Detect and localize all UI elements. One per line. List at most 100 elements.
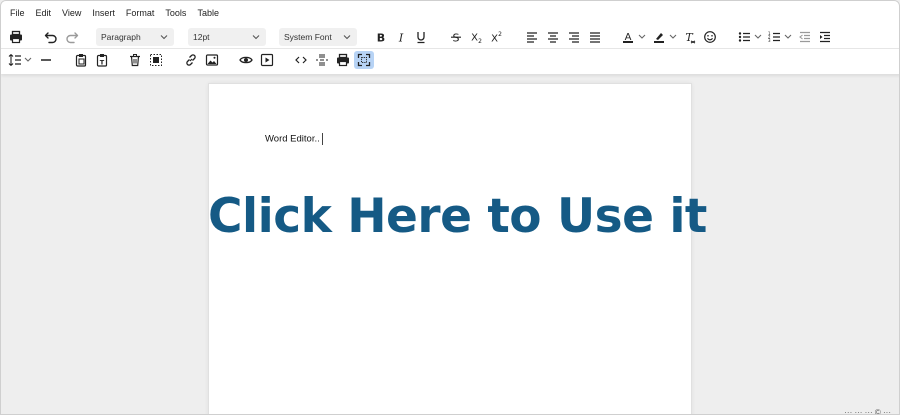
svg-text:X: X xyxy=(491,34,498,45)
align-justify-button[interactable] xyxy=(586,28,604,46)
align-right-button[interactable] xyxy=(565,28,583,46)
line-height-button[interactable] xyxy=(7,51,35,69)
paste-text-icon: T xyxy=(96,54,108,67)
menu-view[interactable]: View xyxy=(57,1,87,25)
decrease-indent-button[interactable] xyxy=(796,28,814,46)
italic-button[interactable]: I xyxy=(392,28,410,46)
menubar: File Edit View Insert Format Tools Table xyxy=(1,1,899,25)
menu-table[interactable]: Table xyxy=(192,1,225,25)
align-left-button[interactable] xyxy=(523,28,541,46)
chevron-down-icon xyxy=(252,35,260,40)
line-height-icon xyxy=(8,54,32,66)
clear-formatting-icon: T xyxy=(685,31,696,44)
superscript-button[interactable]: X2 xyxy=(487,28,505,46)
svg-text:B: B xyxy=(377,32,385,45)
font-size-value: 12pt xyxy=(193,32,210,42)
align-center-icon xyxy=(548,32,558,43)
status-bar-fragment: ··· ··· ··· © ··· xyxy=(844,408,891,415)
align-left-icon xyxy=(527,32,537,43)
redo-icon xyxy=(66,32,79,44)
paste-button[interactable] xyxy=(72,51,90,69)
select-all-icon xyxy=(150,54,162,66)
menu-file[interactable]: File xyxy=(5,1,31,25)
print-icon xyxy=(10,30,22,44)
insert-link-button[interactable] xyxy=(182,51,200,69)
block-format-value: Paragraph xyxy=(101,32,141,42)
numbered-list-button[interactable]: 123 xyxy=(766,28,796,46)
delete-button[interactable] xyxy=(126,51,144,69)
align-center-button[interactable] xyxy=(544,28,562,46)
menu-format[interactable]: Format xyxy=(121,1,161,25)
image-icon xyxy=(205,54,219,66)
superscript-icon: X2 xyxy=(491,31,502,45)
trash-icon xyxy=(130,54,140,67)
horizontal-line-button[interactable] xyxy=(37,51,55,69)
underline-icon xyxy=(417,32,425,44)
paste-icon xyxy=(75,54,87,67)
document-page[interactable]: Word Editor.. xyxy=(208,83,692,414)
bold-button[interactable]: B xyxy=(372,28,390,46)
media-icon xyxy=(260,53,274,67)
chevron-down-icon xyxy=(343,35,351,40)
page-break-icon xyxy=(316,54,328,66)
menu-insert[interactable]: Insert xyxy=(87,1,121,25)
align-justify-icon xyxy=(590,32,600,43)
preview-button[interactable] xyxy=(237,51,255,69)
text-color-icon: A xyxy=(623,32,646,43)
strikethrough-button[interactable]: S xyxy=(447,28,465,46)
strikethrough-icon: S xyxy=(451,32,461,44)
increase-indent-button[interactable] xyxy=(816,28,834,46)
click-here-overlay-link[interactable]: Click Here to Use it xyxy=(208,189,707,244)
insert-media-button[interactable] xyxy=(258,51,276,69)
font-family-select[interactable]: System Font xyxy=(279,28,357,46)
horizontal-rule-icon xyxy=(41,59,51,61)
toolbar-secondary: T xyxy=(1,48,899,72)
insert-image-button[interactable] xyxy=(203,51,221,69)
outdent-icon xyxy=(799,31,810,43)
text-color-button[interactable]: A xyxy=(620,28,650,46)
svg-text:3: 3 xyxy=(768,38,771,43)
bullet-list-icon xyxy=(738,32,762,42)
toolbar-primary: Paragraph 12pt System Font B I S X 2 X 2… xyxy=(1,25,899,49)
editor-header: File Edit View Insert Format Tools Table… xyxy=(1,1,899,74)
print-button[interactable] xyxy=(7,28,25,46)
font-size-select[interactable]: 12pt xyxy=(188,28,266,46)
svg-text:T: T xyxy=(100,59,105,67)
menu-tools[interactable]: Tools xyxy=(160,1,192,25)
svg-text:2: 2 xyxy=(498,31,502,38)
numbered-list-icon: 123 xyxy=(768,31,792,43)
redo-button[interactable] xyxy=(63,28,81,46)
svg-text:2: 2 xyxy=(478,38,482,44)
code-icon xyxy=(295,56,307,64)
underline-button[interactable] xyxy=(412,28,430,46)
page-break-button[interactable] xyxy=(313,51,331,69)
bullet-list-button[interactable] xyxy=(736,28,766,46)
emoticons-button[interactable] xyxy=(701,28,719,46)
svg-text:X: X xyxy=(471,33,478,44)
indent-icon xyxy=(820,31,830,43)
menu-edit[interactable]: Edit xyxy=(31,1,58,25)
block-format-select[interactable]: Paragraph xyxy=(96,28,174,46)
paste-as-text-button[interactable]: T xyxy=(93,51,111,69)
clear-formatting-button[interactable]: T xyxy=(681,28,699,46)
subscript-button[interactable]: X2 xyxy=(467,28,485,46)
highlight-color-button[interactable] xyxy=(651,28,681,46)
chevron-down-icon xyxy=(160,35,168,40)
source-code-button[interactable] xyxy=(292,51,310,69)
highlight-icon xyxy=(654,33,677,43)
print-preview-button[interactable] xyxy=(334,51,352,69)
font-family-value: System Font xyxy=(284,32,332,42)
document-body[interactable]: Word Editor.. xyxy=(265,133,323,145)
undo-button[interactable] xyxy=(42,28,60,46)
select-all-button[interactable] xyxy=(147,51,165,69)
eye-icon xyxy=(239,56,253,64)
word-editor: File Edit View Insert Format Tools Table… xyxy=(0,0,900,415)
smiley-icon xyxy=(704,31,716,43)
italic-icon: I xyxy=(398,32,404,45)
svg-text:I: I xyxy=(398,32,404,45)
undo-icon xyxy=(44,32,57,44)
bold-icon: B xyxy=(377,32,385,45)
link-icon xyxy=(186,54,196,66)
fullscreen-icon xyxy=(357,53,371,67)
fullscreen-button[interactable] xyxy=(354,51,374,69)
